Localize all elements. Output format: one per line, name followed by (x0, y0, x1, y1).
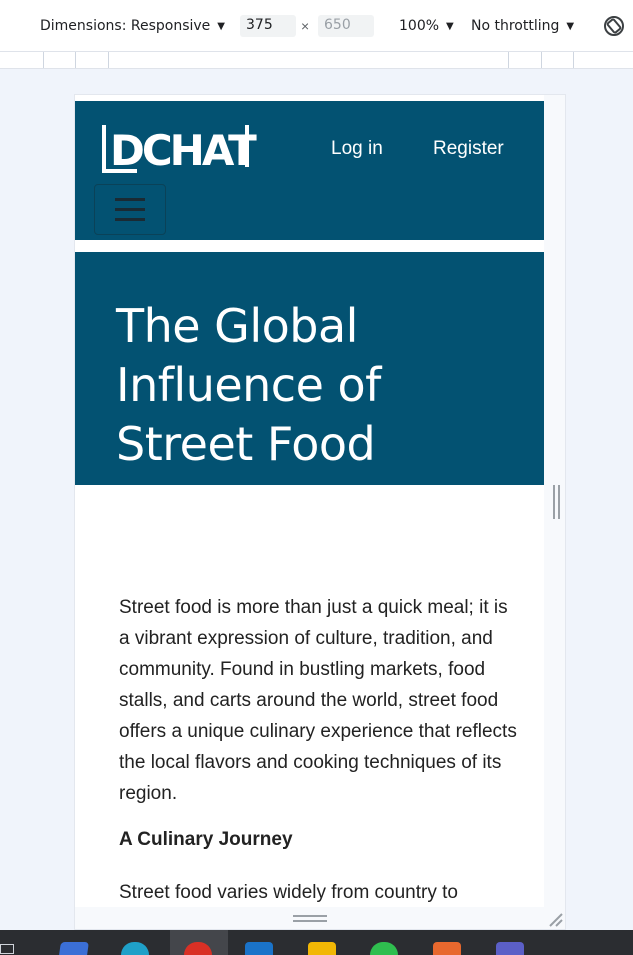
dimensions-dropdown[interactable]: Dimensions: Responsive ▼ (40, 14, 225, 38)
page-title: The Global Influence of Street Food (116, 299, 381, 471)
app-icon[interactable] (59, 942, 89, 955)
outlook-icon[interactable] (245, 942, 273, 955)
section-text: Street food varies widely from country t… (119, 882, 458, 903)
article-intro: Street food is more than just a quick me… (119, 597, 517, 804)
throttling-dropdown[interactable]: No throttling ▼ (471, 14, 574, 38)
throttling-label: No throttling (471, 18, 560, 34)
menu-toggle-button[interactable] (94, 184, 166, 235)
resize-handle-right[interactable] (553, 485, 560, 519)
whatsapp-icon[interactable] (370, 942, 398, 955)
devtools-device-toolbar: Dimensions: Responsive ▼ 375 × 650 100% … (0, 0, 633, 52)
edge-icon[interactable] (121, 942, 149, 955)
zoom-dropdown[interactable]: 100% ▼ (399, 14, 454, 38)
rotate-icon[interactable] (602, 14, 626, 38)
caret-down-icon: ▼ (566, 20, 575, 32)
register-link[interactable]: Register (433, 138, 504, 160)
resize-handle-bottom[interactable] (293, 915, 327, 922)
width-input[interactable]: 375 (240, 15, 296, 37)
dimensions-label: Dimensions: Responsive (40, 18, 211, 34)
file-explorer-icon[interactable] (308, 942, 336, 955)
caret-down-icon: ▼ (446, 20, 454, 32)
times-symbol: × (301, 18, 310, 34)
os-taskbar (0, 930, 633, 955)
teams-icon[interactable] (496, 942, 524, 955)
device-frame: DCHAT Log in Register The Global Influen… (74, 94, 566, 930)
media-query-ruler (0, 52, 633, 69)
powerpoint-icon[interactable] (433, 942, 461, 955)
height-input[interactable]: 650 (318, 15, 374, 37)
site-navbar: DCHAT Log in Register (75, 101, 544, 240)
section-heading: A Culinary Journey (119, 829, 293, 850)
site-logo[interactable]: DCHAT (97, 117, 259, 177)
logo-text: DCHAT (110, 126, 257, 175)
task-view-icon[interactable] (0, 944, 14, 954)
login-link[interactable]: Log in (331, 138, 383, 160)
zoom-label: 100% (399, 18, 440, 34)
article-content: Street food is more than just a quick me… (119, 592, 519, 907)
caret-down-icon: ▼ (217, 20, 225, 32)
page-viewport: DCHAT Log in Register The Global Influen… (75, 95, 544, 907)
resize-corner-icon[interactable] (547, 911, 563, 927)
hero-banner: The Global Influence of Street Food (75, 252, 544, 485)
